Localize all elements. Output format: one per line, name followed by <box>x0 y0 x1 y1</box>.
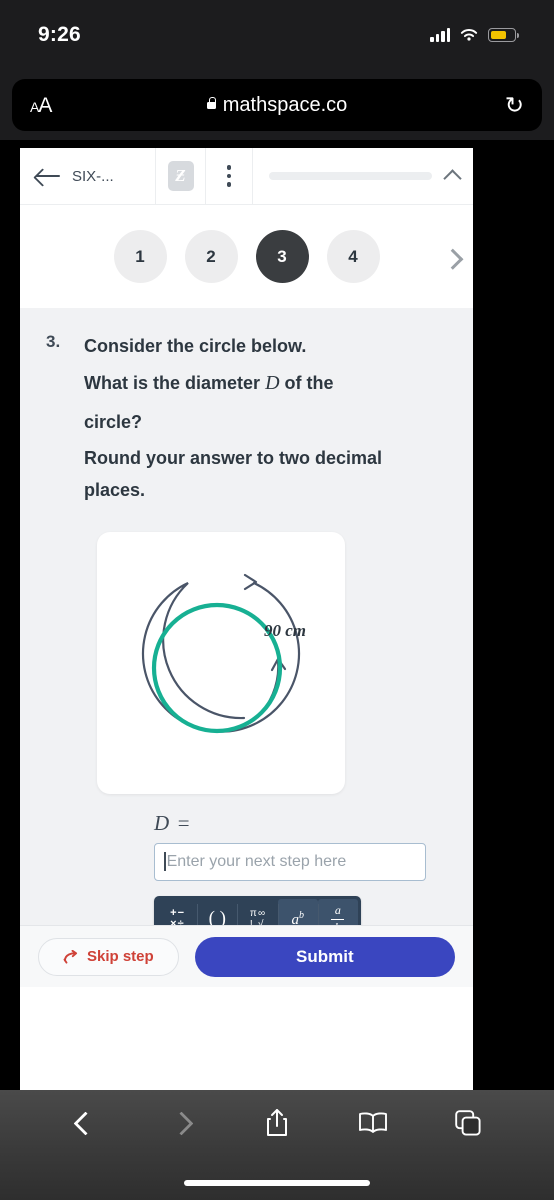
cellular-signal-icon <box>430 28 450 42</box>
header-progress-area <box>253 148 473 204</box>
circumference-label: 90 cm <box>264 621 306 640</box>
tabs-icon <box>455 1110 481 1136</box>
figure-card: 90 cm <box>97 531 345 794</box>
question-row: 3. Consider the circle below. What is th… <box>20 308 473 510</box>
answer-input[interactable]: Enter your next step here <box>154 842 426 881</box>
question-line-3: circle? <box>84 411 143 432</box>
question-line-2b: of the <box>284 373 334 394</box>
answer-label: D = <box>154 810 192 835</box>
math-variable-D: D <box>265 372 280 395</box>
battery-icon <box>488 28 519 42</box>
browser-back-button[interactable] <box>38 1110 134 1136</box>
circle-shape <box>151 602 283 733</box>
question-text: Consider the circle below. What is the d… <box>84 330 394 510</box>
progress-bar <box>269 172 432 180</box>
mathspace-logo-icon: Ƶ <box>167 161 194 191</box>
skip-step-button[interactable]: Skip step <box>38 937 179 976</box>
question-body: 3. Consider the circle below. What is th… <box>20 308 473 987</box>
reload-icon[interactable]: ↻ <box>505 93 524 117</box>
question-line-2a: What is the diameter <box>84 373 261 394</box>
back-chevron-icon <box>73 1110 98 1136</box>
question-line-1: Consider the circle below. <box>84 336 307 356</box>
mathspace-logo-button[interactable]: Ƶ <box>156 148 206 204</box>
header-task-title: SIX-... <box>72 167 114 185</box>
action-bar: Skip step Submit <box>20 925 473 987</box>
ios-status-bar: 9:26 <box>0 0 554 70</box>
question-number: 3. <box>46 332 61 351</box>
step-button-3[interactable]: 3 <box>255 230 309 283</box>
home-indicator <box>184 1180 370 1186</box>
chevron-right-icon[interactable] <box>442 248 464 270</box>
share-button[interactable] <box>229 1108 325 1138</box>
skip-step-label: Skip step <box>87 948 154 965</box>
text-size-button[interactable]: AA <box>30 95 52 116</box>
header-back-button[interactable]: SIX-... <box>20 148 156 204</box>
tabs-button[interactable] <box>420 1110 516 1136</box>
bookmarks-button[interactable] <box>325 1111 421 1135</box>
safari-url-bar-container: AA mathspace.co ↻ <box>0 70 554 140</box>
step-button-4[interactable]: 4 <box>326 230 380 283</box>
forward-chevron-icon <box>169 1110 194 1136</box>
status-icons <box>430 28 519 43</box>
fraction-numerator: a <box>334 903 341 918</box>
text-caret <box>164 852 166 872</box>
answer-placeholder: Enter your next step here <box>166 852 347 870</box>
lock-icon <box>206 96 216 109</box>
question-line-2: What is the diameter D of the <box>84 366 394 402</box>
submit-button[interactable]: Submit <box>194 936 455 977</box>
header-menu-button[interactable] <box>206 148 253 204</box>
question-line-4: Round your answer to two decimal places. <box>84 447 383 500</box>
browser-forward-button[interactable] <box>134 1110 230 1136</box>
step-button-1[interactable]: 1 <box>113 230 167 283</box>
step-indicator: 1 2 3 4 <box>20 205 473 308</box>
step-button-2[interactable]: 2 <box>184 230 238 283</box>
safari-bottom-toolbar <box>0 1090 554 1200</box>
wifi-icon <box>460 28 478 41</box>
circle-diagram: 90 cm <box>141 573 306 733</box>
status-time: 9:26 <box>38 23 81 46</box>
app-header: SIX-... Ƶ <box>20 148 473 205</box>
answer-area: D = Enter your next step here <box>20 794 473 881</box>
share-icon <box>266 1109 287 1136</box>
web-page-viewport: SIX-... Ƶ 1 2 3 4 3. Consider the circle… <box>20 148 473 1090</box>
skip-arrow-icon <box>63 949 78 964</box>
chevron-up-icon[interactable] <box>443 168 462 188</box>
safari-url-bar[interactable]: AA mathspace.co ↻ <box>12 79 542 131</box>
kebab-menu-icon <box>226 165 232 187</box>
back-arrow-icon <box>36 168 60 184</box>
url-text: mathspace.co <box>222 93 348 116</box>
book-icon <box>358 1112 387 1133</box>
